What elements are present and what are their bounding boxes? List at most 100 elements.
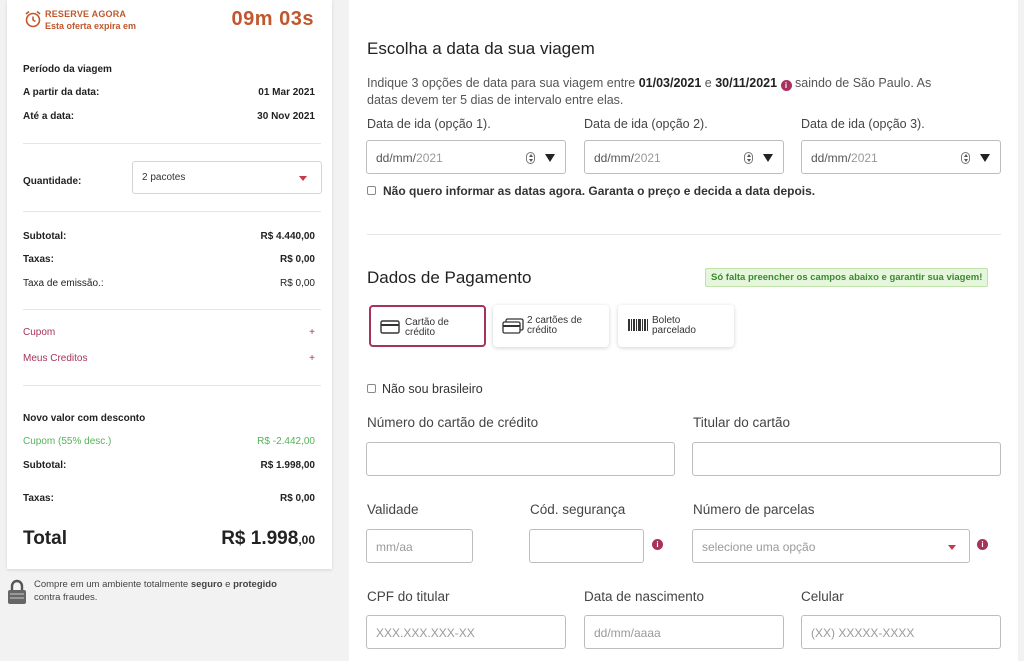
card-holder-input[interactable] [692, 442, 1001, 476]
order-summary: RESERVE AGORA Esta oferta expira em 09m … [7, 0, 332, 569]
date-placeholder: dd/mm/2021 [594, 151, 661, 165]
payment-method-label: Boleto parcelado [652, 316, 696, 336]
to-date-row: Até a data: 30 Nov 2021 [23, 111, 315, 127]
credits-row[interactable]: Meus Creditos + [23, 353, 315, 369]
validity-label: Validade [367, 502, 419, 517]
dates-desc-start: 01/03/2021 [638, 76, 702, 90]
secure-text-5: contra fraudes. [34, 592, 98, 603]
date-placeholder-b: 2021 [634, 151, 661, 165]
divider [23, 309, 321, 310]
payment-title: Dados de Pagamento [367, 268, 532, 287]
date-placeholder: dd/mm/2021 [811, 151, 878, 165]
no-date-checkbox[interactable] [367, 186, 376, 195]
secure-purchase-note: Compre em um ambiente totalmente seguro … [6, 578, 336, 608]
date-placeholder-b: 2021 [416, 151, 443, 165]
quantity-label: Quantidade: [23, 176, 82, 187]
lock-icon [8, 579, 26, 604]
date-option-1-input[interactable]: dd/mm/2021 [366, 140, 566, 174]
dropdown-arrow-icon[interactable] [980, 154, 990, 162]
period-title: Período da viagem [23, 64, 112, 75]
secure-text-4: protegido [233, 579, 277, 590]
payment-method-boleto[interactable]: Boleto parcelado [618, 305, 734, 347]
coupon-row[interactable]: Cupom + [23, 327, 315, 343]
coupon-plus-icon[interactable]: + [309, 327, 315, 338]
credit-card-icon [380, 320, 400, 334]
validity-input[interactable]: mm/aa [366, 529, 473, 563]
credits-link[interactable]: Meus Creditos [23, 353, 87, 364]
dates-desc-3: datas devem ter 5 dias de intervalo entr… [367, 93, 624, 107]
two-cards-icon [502, 318, 524, 334]
total-label: Total [23, 528, 67, 549]
info-icon[interactable]: i [652, 539, 663, 550]
subtotal-label: Subtotal: [23, 231, 67, 242]
secure-text-3: e [222, 579, 234, 590]
validity-placeholder: mm/aa [376, 540, 413, 554]
dropdown-arrow-icon[interactable] [763, 154, 773, 162]
date-placeholder-b: 2021 [851, 151, 878, 165]
emission-fee-label: Taxa de emissão.: [23, 278, 104, 289]
not-brazilian-label: Não sou brasileiro [382, 382, 483, 396]
subtotal-discounted-row: Subtotal: R$ 1.998,00 [23, 460, 315, 476]
payment-method-two-cards[interactable]: 2 cartões de crédito [493, 305, 609, 347]
date-placeholder-a: dd/mm/ [376, 151, 417, 165]
info-icon[interactable]: i [977, 539, 988, 550]
taxes-discounted-label: Taxas: [23, 493, 54, 504]
date-placeholder: dd/mm/2021 [376, 151, 443, 165]
chevron-down-icon [299, 176, 307, 181]
secure-text-1: Compre em um ambiente totalmente [34, 579, 191, 590]
alarm-clock-icon [25, 10, 41, 28]
date-option-3-input[interactable]: dd/mm/2021 [801, 140, 1001, 174]
date-placeholder-a: dd/mm/ [594, 151, 635, 165]
emission-fee-row: Taxa de emissão.: R$ 0,00 [23, 278, 315, 294]
period-title-row: Período da viagem [23, 64, 315, 80]
cpf-placeholder: XXX.XXX.XXX-XX [376, 626, 475, 640]
checkout-form: Escolha a data da sua viagem Indique 3 o… [349, 0, 1018, 661]
installments-label: Número de parcelas [693, 502, 815, 517]
to-date-value: 30 Nov 2021 [257, 111, 315, 122]
chevron-down-icon [948, 545, 956, 550]
new-value-title: Novo valor com desconto [23, 413, 146, 424]
info-icon[interactable]: i [780, 80, 792, 91]
from-date-row: A partir da data: 01 Mar 2021 [23, 87, 315, 103]
dates-title: Escolha a data da sua viagem [367, 39, 595, 58]
dates-desc-2: saindo de São Paulo. As [791, 76, 932, 90]
spinner-icon[interactable] [526, 152, 535, 164]
birth-date-label: Data de nascimento [584, 589, 705, 604]
countdown-timer: 09m 03s [231, 8, 314, 30]
quantity-value: 2 pacotes [142, 172, 186, 183]
payment-hint-badge: Só falta preencher os campos abaixo e ga… [705, 268, 989, 287]
cpf-label: CPF do titular [367, 589, 450, 604]
security-code-input[interactable] [529, 529, 644, 563]
dates-desc-end: 30/11/2021 [715, 76, 778, 90]
spinner-icon[interactable] [744, 152, 753, 164]
date-option-2-label: Data de ida (opção 2). [584, 117, 708, 131]
date-option-2-input[interactable]: dd/mm/2021 [584, 140, 784, 174]
installments-select[interactable]: selecione uma opção [692, 529, 970, 563]
reserve-timer-bar: RESERVE AGORA Esta oferta expira em 09m … [7, 0, 332, 40]
credits-plus-icon[interactable]: + [309, 353, 315, 364]
birth-date-input[interactable]: dd/mm/aaaa [584, 615, 784, 649]
spinner-icon[interactable] [961, 152, 970, 164]
payment-method-credit-card[interactable]: Cartão de crédito [369, 305, 486, 347]
reserve-title: RESERVE AGORA [45, 9, 127, 19]
not-brazilian-checkbox[interactable] [367, 384, 376, 393]
divider [23, 211, 321, 212]
quantity-select[interactable]: 2 pacotes [132, 161, 322, 194]
to-date-label: Até a data: [23, 111, 75, 122]
installments-placeholder: selecione uma opção [702, 540, 816, 554]
birth-date-placeholder: dd/mm/aaaa [594, 626, 661, 640]
dates-desc-1: Indique 3 opções de data para sua viagem… [367, 76, 639, 90]
taxes-discounted-value: R$ 0,00 [279, 493, 315, 504]
no-date-label: Não quero informar as datas agora. Garan… [383, 184, 816, 198]
cpf-input[interactable]: XXX.XXX.XXX-XX [366, 615, 566, 649]
dropdown-arrow-icon[interactable] [545, 154, 555, 162]
coupon-link[interactable]: Cupom [23, 327, 55, 338]
barcode-icon [628, 319, 648, 331]
subtotal-row: Subtotal: R$ 4.440,00 [23, 231, 315, 247]
card-number-input[interactable] [366, 442, 675, 476]
phone-input[interactable]: (XX) XXXXX-XXXX [801, 615, 1001, 649]
divider [367, 234, 1001, 235]
payment-method-label: Cartão de crédito [405, 318, 449, 338]
date-placeholder-a: dd/mm/ [811, 151, 852, 165]
total-cents: ,00 [298, 533, 315, 547]
